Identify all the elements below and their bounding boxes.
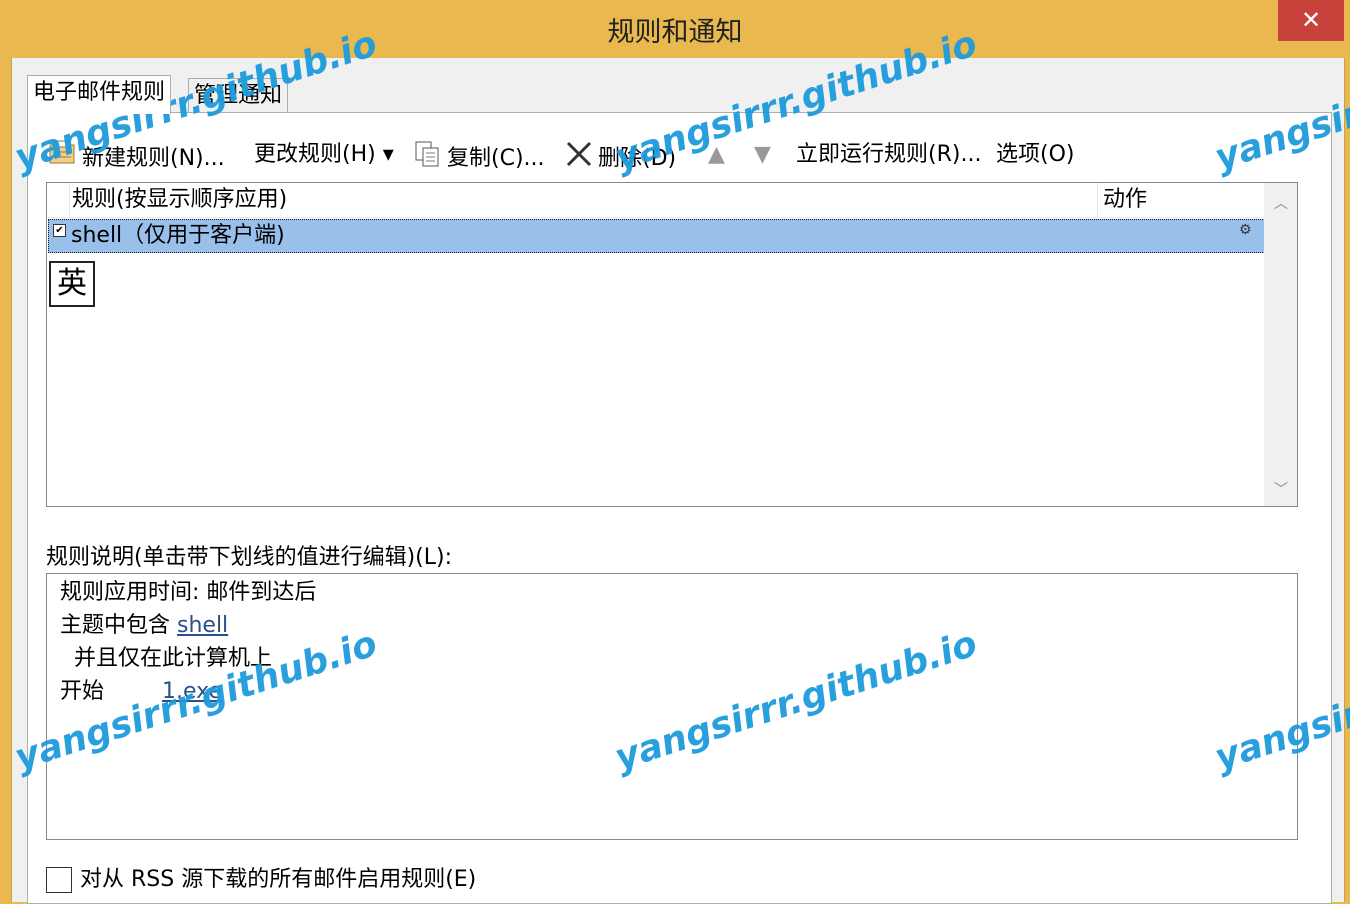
description-line: 并且仅在此计算机上 — [60, 646, 272, 671]
description-line: 规则应用时间: 邮件到达后 — [60, 580, 317, 605]
rss-rule-checkbox[interactable]: 对从 RSS 源下载的所有邮件启用规则(E) — [46, 867, 476, 893]
table-row[interactable]: ✔ shell（仅用于客户端) ⚙ — [48, 219, 1265, 253]
delete-button[interactable]: 删除(D) — [564, 139, 676, 171]
copy-button[interactable]: 复制(C)... — [413, 139, 545, 171]
title-bar: 规则和通知 ✕ — [0, 0, 1350, 58]
change-rule-dropdown[interactable]: 更改规则(H) ▾ — [254, 139, 394, 171]
copy-label: 复制(C)... — [447, 146, 545, 171]
rule-description-box: 规则应用时间: 邮件到达后 主题中包含 shell 并且仅在此计算机上 开始 1.… — [46, 573, 1298, 840]
column-header-action[interactable]: 动作 — [1097, 183, 1269, 217]
description-line: 开始 1.exe — [60, 677, 222, 707]
tab-panel: 新建规则(N)... 更改规则(H) ▾ 复制(C)... 删除(D) ▲ ▼ … — [27, 112, 1332, 904]
window-title: 规则和通知 — [607, 17, 743, 48]
scroll-up-icon[interactable]: ︿ — [1274, 193, 1288, 213]
tab-email-rules[interactable]: 电子邮件规则 — [27, 75, 172, 114]
options-button[interactable]: 选项(O) — [996, 139, 1074, 171]
move-down-icon: ▼ — [754, 142, 771, 167]
vertical-scrollbar[interactable]: ︿ ﹀ — [1264, 183, 1297, 506]
run-rules-label: 立即运行规则(R)... — [796, 142, 982, 167]
delete-label: 删除(D) — [598, 146, 677, 171]
new-rule-icon — [48, 139, 78, 179]
move-up-button[interactable]: ▲ — [708, 139, 725, 171]
dialog-client: 电子邮件规则 管理通知 新建规则(N)... 更改规则(H) ▾ 复制(C)..… — [11, 58, 1345, 904]
subject-keyword-link[interactable]: shell — [177, 613, 228, 638]
rss-checkbox-box[interactable] — [46, 867, 72, 893]
rules-list-header: 规则(按显示顺序应用) 动作 — [47, 183, 1263, 218]
close-button[interactable]: ✕ — [1278, 0, 1344, 41]
rules-list[interactable]: 规则(按显示顺序应用) 动作 ✔ shell（仅用于客户端) ⚙ 英 ︿ ﹀ — [46, 182, 1298, 507]
move-down-button[interactable]: ▼ — [754, 139, 771, 171]
rule-action-icon: ⚙ — [1239, 222, 1252, 238]
rule-description-label: 规则说明(单击带下划线的值进行编辑)(L): — [46, 545, 453, 570]
tab-manage-alerts[interactable]: 管理通知 — [188, 78, 289, 112]
scroll-down-icon[interactable]: ﹀ — [1274, 479, 1288, 499]
column-header-rule[interactable]: 规则(按显示顺序应用) — [69, 183, 1099, 217]
new-rule-button[interactable]: 新建规则(N)... — [48, 139, 225, 171]
change-rule-label: 更改规则(H) — [254, 142, 376, 167]
copy-icon — [413, 139, 443, 179]
delete-icon — [564, 139, 594, 179]
rule-name: shell（仅用于客户端) — [71, 223, 285, 248]
description-text: 主题中包含 — [60, 613, 177, 638]
dropdown-arrow-icon: ▾ — [382, 142, 394, 167]
new-rule-label: 新建规则(N)... — [82, 146, 225, 171]
run-rules-button[interactable]: 立即运行规则(R)... — [796, 139, 981, 171]
move-up-icon: ▲ — [708, 142, 725, 167]
rss-checkbox-label: 对从 RSS 源下载的所有邮件启用规则(E) — [80, 867, 477, 892]
rule-enabled-checkbox[interactable]: ✔ — [53, 224, 66, 237]
description-line: 主题中包含 shell — [60, 611, 228, 641]
description-text: 开始 — [60, 679, 105, 704]
application-link[interactable]: 1.exe — [162, 679, 222, 704]
options-label: 选项(O) — [996, 142, 1075, 167]
ime-indicator: 英 — [49, 261, 95, 307]
